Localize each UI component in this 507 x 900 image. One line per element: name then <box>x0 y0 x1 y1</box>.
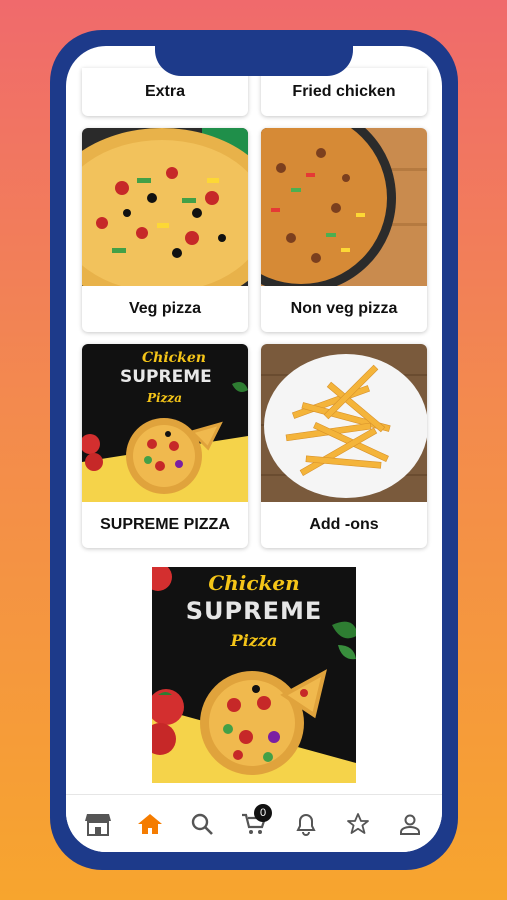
promo-line-2: SUPREME <box>185 597 323 625</box>
promo-line-1: Chicken <box>208 571 300 595</box>
non-veg-pizza-image <box>261 128 427 286</box>
category-label: Veg pizza <box>128 300 202 317</box>
svg-text:SUPREME: SUPREME <box>120 367 212 387</box>
svg-text:Pizza: Pizza <box>146 391 182 405</box>
category-card-veg-pizza[interactable]: Veg pizza <box>82 128 248 332</box>
svg-text:Chicken: Chicken <box>142 350 206 366</box>
app-screen: Extra Fried chicken Veg pizza Non veg pi… <box>66 46 442 852</box>
category-label: SUPREME PIZZA <box>100 516 230 533</box>
pizza-illustration <box>200 669 327 775</box>
star-icon[interactable] <box>338 804 378 844</box>
veg-pizza-image <box>82 128 248 286</box>
home-icon[interactable] <box>130 804 170 844</box>
promo-line-3: Pizza <box>230 631 278 650</box>
category-label: Non veg pizza <box>290 300 398 317</box>
search-icon[interactable] <box>182 804 222 844</box>
bottom-nav: 0 <box>66 794 442 852</box>
user-icon[interactable] <box>390 804 430 844</box>
phone-notch <box>155 30 353 76</box>
category-card-supreme-pizza[interactable]: Chicken SUPREME Pizza SUPREME PIZZA <box>82 344 248 548</box>
cart-count-badge: 0 <box>254 803 272 822</box>
bell-icon[interactable] <box>286 804 326 844</box>
fries-image <box>261 344 427 502</box>
store-icon[interactable] <box>78 804 118 844</box>
category-label: Add -ons <box>309 516 379 533</box>
supreme-pizza-image: Chicken SUPREME Pizza <box>82 344 248 502</box>
category-card-non-veg-pizza[interactable]: Non veg pizza <box>261 128 427 332</box>
category-card-add-ons[interactable]: Add -ons <box>261 344 427 548</box>
cart-icon[interactable]: 0 <box>234 803 274 844</box>
promo-banner[interactable]: Chicken SUPREME Pizza <box>152 567 356 783</box>
